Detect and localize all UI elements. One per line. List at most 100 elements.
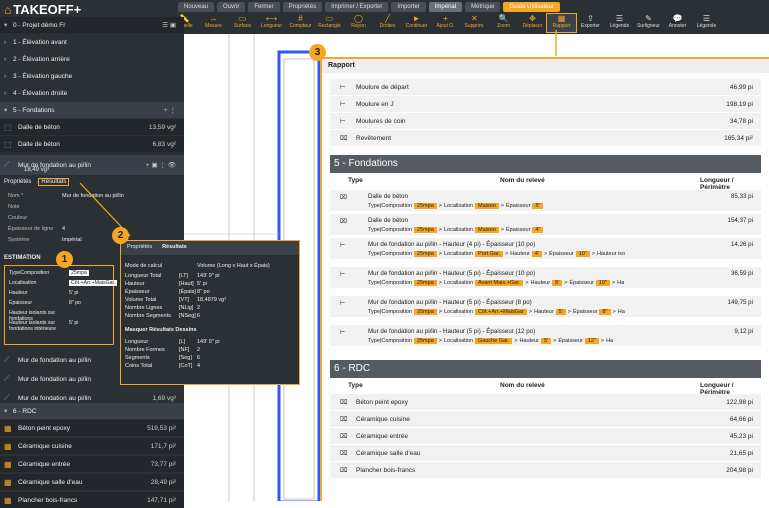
- sidebar-level-0[interactable]: › 1 - Élévation avant: [0, 34, 184, 50]
- attr-part: Port.Gar.: [475, 251, 504, 257]
- tool-16[interactable]: ✎ Surligneur: [634, 14, 663, 32]
- attr-part: 8": [599, 309, 611, 315]
- p1-value-5[interactable]: 5' pi: [69, 320, 78, 326]
- row-value: 198,19 pi: [726, 100, 753, 108]
- item-label: Céramique cuisine: [18, 442, 72, 450]
- wall-label: Mur de fondation au pi/lin: [18, 375, 91, 383]
- report-fond-row-4: ⊢ Mur de fondation au pi/lin - Hauteur (5…: [330, 296, 761, 318]
- sidebar-rdc-item-4[interactable]: ▦ Plancher bois-francs 147,71 pi²: [0, 492, 184, 508]
- p2-tabs: Propriétés Résultats: [121, 241, 299, 255]
- tool-label-15: Légende: [609, 23, 630, 29]
- attr-part: Type|Composition: [368, 280, 412, 286]
- attr-part: Ha: [617, 280, 625, 286]
- prop-value-3[interactable]: 4: [62, 226, 65, 232]
- tool-12[interactable]: ✥ Déplacer: [518, 14, 547, 32]
- attr-part: >: [543, 251, 548, 257]
- p2-tab-1[interactable]: Résultats: [162, 244, 187, 252]
- sidebar-fond-item-1[interactable]: ⬚ Dalle de béton 6,83 vg²: [0, 136, 184, 152]
- p2-key: Longueur Total: [125, 273, 162, 279]
- row-label: Moulure de départ: [356, 83, 409, 91]
- p1-value-3[interactable]: 8" po: [69, 300, 81, 306]
- attr-part: Localisation: [443, 227, 474, 233]
- sidebar-level-4[interactable]: ▾ 5 - Fondations + ⋮: [0, 102, 184, 118]
- attr-part: >: [591, 251, 595, 257]
- p2-key: Épaisseur: [125, 289, 150, 295]
- row-attributes: Type|Composition 25mpa > Localisation Avant …: [368, 280, 624, 286]
- tool-11[interactable]: 🔍 Zoom: [489, 14, 518, 32]
- menu-item-3[interactable]: Propriétés: [282, 2, 323, 12]
- sidebar-fond-item-0[interactable]: ⬚ Dalle de béton 13,59 vg²: [0, 119, 184, 135]
- report-section-6: 6 - RDC: [330, 360, 761, 378]
- tool-label-10: Supprim.: [464, 23, 485, 29]
- tool-icon-18: ☰: [702, 14, 711, 23]
- tool-18[interactable]: ☰ Légende: [692, 14, 721, 32]
- prop-key-2: Couleur: [8, 215, 28, 221]
- attr-part: >: [600, 338, 605, 344]
- attr-part: Épaisseur: [573, 309, 598, 315]
- item-label: Dalle de béton: [18, 123, 60, 131]
- p1-value-2[interactable]: 5' pi: [69, 290, 78, 296]
- tool-6[interactable]: ◯ Rayon: [344, 14, 373, 32]
- menu-item-4[interactable]: Imprimer / Exporter: [325, 2, 389, 12]
- tool-3[interactable]: ⟷ Longueur: [257, 14, 286, 32]
- report-fond-row-0: ⌧ Dalle de béton Type|Composition 25mpa > Loc…: [330, 190, 761, 212]
- tool-9[interactable]: + Ajout O.: [431, 14, 460, 32]
- tab-1[interactable]: Résultats: [38, 178, 70, 186]
- project-header[interactable]: ▾ 0 - Projet démo Fr ☰ ▣: [0, 17, 184, 33]
- p2-key: Volume Total: [125, 297, 157, 303]
- p1-value-1[interactable]: Côt.+Arr.+MaisGar.: [69, 280, 118, 286]
- sidebar-rdc-item-3[interactable]: ▦ Céramique salle d'eau 28,49 pi²: [0, 474, 184, 490]
- tool-1[interactable]: ↔ Mesure: [199, 14, 228, 32]
- tool-4[interactable]: # Compteur: [286, 14, 315, 32]
- sidebar-level-1[interactable]: › 2 - Élévation arrière: [0, 51, 184, 67]
- wall-value: 1,69 vg³: [152, 394, 177, 402]
- menu-item-8[interactable]: Guide Utilisateur: [503, 2, 560, 12]
- menu-item-6[interactable]: Impérial: [428, 2, 463, 12]
- chevron-icon: ▾: [4, 408, 8, 415]
- tool-icon-4: #: [298, 14, 303, 23]
- attr-part: Type|Composition: [368, 338, 412, 344]
- properties-panel-zoom: TypeComposition 25mpa Localisation Côt.+Arr…: [4, 265, 118, 345]
- tool-13[interactable]: ▦ Rapport: [546, 13, 577, 33]
- menu-item-0[interactable]: Nouveau: [178, 2, 215, 12]
- sidebar-rdc-item-1[interactable]: ▦ Céramique cuisine 171,7 pi²: [0, 438, 184, 454]
- level-label: 2 - Élévation arrière: [13, 55, 70, 63]
- item-label: Céramique entrée: [18, 460, 71, 468]
- polyline-icon: ⟋: [4, 355, 10, 364]
- attr-part: 5': [552, 280, 563, 286]
- sidebar-rdc-item-2[interactable]: ▦ Céramique entrée 73,77 pi²: [0, 456, 184, 472]
- tool-icon-13: ▦: [557, 14, 566, 23]
- tool-7[interactable]: ╱ Droites: [373, 14, 402, 32]
- row-value: 85,33 pi: [730, 193, 753, 200]
- project-tools: ☰ ▣: [162, 22, 176, 29]
- attr-part: 10": [575, 251, 590, 257]
- menu-item-5[interactable]: Importer: [391, 2, 426, 12]
- row-value: 36,59 pi: [730, 270, 753, 277]
- tool-5[interactable]: ▭ Rectangle: [315, 14, 344, 32]
- area-icon: ⌧: [340, 194, 348, 201]
- menu-item-2[interactable]: Fermer: [248, 2, 280, 12]
- tool-8[interactable]: ► Continuer: [402, 14, 431, 32]
- line-icon: ⊢: [340, 271, 346, 278]
- p2-tab-0[interactable]: Propriétés: [127, 244, 152, 252]
- prop-value-4[interactable]: Impérial: [62, 237, 82, 243]
- tool-10[interactable]: ✕ Supprim.: [460, 14, 489, 32]
- p1-value-0[interactable]: 25mpa: [69, 270, 89, 276]
- tool-15[interactable]: ☰ Légende: [605, 14, 634, 32]
- p2-mask-toggle[interactable]: Masquer Résultats Dessins: [125, 327, 197, 333]
- sidebar-rdc-item-0[interactable]: ▦ Béton peint epoxy 519,53 pi²: [0, 420, 184, 436]
- callout-badge-1: 1: [56, 251, 73, 268]
- sidebar-rdc-header[interactable]: ▾ 6 - RDC: [0, 403, 184, 419]
- col-1: Nom du relevé: [500, 382, 545, 389]
- menu-item-1[interactable]: Ouvrir: [217, 2, 246, 12]
- sidebar-level-3[interactable]: › 4 - Élévation droite: [0, 85, 184, 101]
- prop-value-0[interactable]: Mur de fondation au pi/lin: [62, 193, 124, 199]
- tool-2[interactable]: ▭ Surface: [228, 14, 257, 32]
- tab-0[interactable]: Propriétés: [4, 179, 31, 185]
- menu-item-7[interactable]: Métrique: [465, 2, 501, 12]
- attr-part: >: [567, 309, 572, 315]
- sidebar-level-2[interactable]: › 3 - Élévation gauche: [0, 68, 184, 84]
- area-icon: ⌧: [340, 218, 348, 225]
- tool-14[interactable]: ⇪ Exporter: [576, 14, 605, 32]
- tool-17[interactable]: 💬 Annoter: [663, 14, 692, 32]
